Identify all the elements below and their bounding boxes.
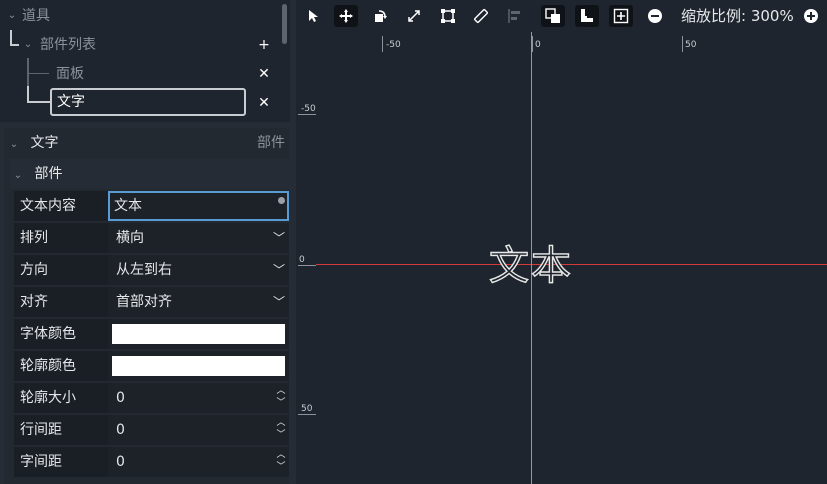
char-spacing-input[interactable]: 0 ︿ ﹀ (108, 447, 289, 477)
arrangement-select[interactable]: 横向 ﹀ (108, 223, 289, 253)
tree-item-label: 文字 (57, 94, 85, 110)
outline-color-swatch[interactable] (112, 356, 285, 376)
ruler-mark (532, 36, 533, 52)
prop-label: 文本内容 (20, 198, 76, 214)
resize-handle[interactable] (278, 197, 285, 204)
tree-item-text-selected[interactable]: 文字 (50, 88, 246, 116)
prop-label: 行间距 (20, 422, 62, 438)
prop-line-spacing: 行间距 0 ︿ ﹀ (14, 415, 289, 445)
zoom-out-icon[interactable] (643, 5, 667, 27)
tree-root[interactable]: ⌄ 道具 (6, 4, 50, 28)
direction-value: 从左到右 (116, 262, 172, 278)
ruler-label: 0 (535, 40, 541, 50)
ruler-label: -50 (386, 40, 401, 50)
ruler-mark (382, 36, 383, 52)
section-header[interactable]: ⌄ 部件 (10, 159, 289, 189)
tree-line (27, 73, 49, 74)
ruler-label: 50 (685, 40, 697, 50)
outline-size-value: 0 (116, 390, 125, 406)
chevron-down-icon[interactable]: ⌄ (22, 33, 34, 57)
line-spacing-value: 0 (116, 422, 125, 438)
stepper-icon[interactable]: ︿ ﹀ (275, 449, 287, 473)
tree-scrollbar[interactable] (282, 4, 287, 44)
arrangement-value: 横向 (116, 230, 144, 246)
move-icon[interactable] (334, 5, 358, 27)
tree-item-label: 面板 (56, 66, 84, 82)
zoom-in-icon[interactable] (799, 5, 823, 27)
text-content-input[interactable]: 文本 (108, 191, 289, 221)
section-title: 部件 (34, 166, 63, 182)
component-type: 部件 (257, 135, 285, 151)
chevron-down-icon: ﹀ (272, 263, 285, 277)
char-spacing-value: 0 (116, 454, 125, 470)
direction-select[interactable]: 从左到右 ﹀ (108, 255, 289, 285)
prop-char-spacing: 字间距 0 ︿ ﹀ (14, 447, 289, 477)
ruler-mark (298, 414, 316, 415)
fit-icon[interactable] (609, 5, 633, 27)
font-color-picker[interactable] (108, 319, 289, 349)
tree-parts-list[interactable]: ⌄ 部件列表 (22, 33, 96, 57)
prop-outline-size: 轮廓大小 0 ︿ ﹀ (14, 383, 289, 413)
add-part-button[interactable]: + (256, 37, 272, 53)
prop-label: 字间距 (20, 454, 62, 470)
left-panel: ⌄ 道具 ⌄ 部件列表 + 面板 ✕ 文字 ✕ ⌄ 文字 部件 ⌄ 部件 文本内… (0, 0, 296, 484)
parts-list-label: 部件列表 (40, 37, 96, 53)
tree-line (10, 44, 19, 46)
prop-label: 对齐 (20, 294, 48, 310)
outline-size-input[interactable]: 0 ︿ ﹀ (108, 383, 289, 413)
ruler-mark (298, 265, 316, 266)
ruler-label: -50 (301, 104, 316, 114)
component-header[interactable]: ⌄ 文字 部件 (4, 128, 289, 158)
component-tree: ⌄ 道具 ⌄ 部件列表 + 面板 ✕ 文字 ✕ (0, 0, 290, 122)
ruler-icon[interactable] (469, 5, 493, 27)
tree-line (10, 30, 12, 45)
align-icon[interactable] (503, 5, 527, 27)
prop-label: 方向 (20, 262, 48, 278)
prop-text-content: 文本内容 文本 (14, 191, 289, 221)
rotate-icon[interactable] (368, 5, 392, 27)
scale-icon[interactable] (402, 5, 426, 27)
anchor-icon[interactable] (575, 5, 599, 27)
prop-label: 轮廓颜色 (20, 358, 76, 374)
chevron-down-icon: ﹀ (272, 295, 285, 309)
line-spacing-input[interactable]: 0 ︿ ﹀ (108, 415, 289, 445)
outline-color-picker[interactable] (108, 351, 289, 381)
prop-label: 字体颜色 (20, 326, 76, 342)
ruler-mark (682, 36, 683, 52)
zoom-label: 缩放比例: 300% (681, 7, 794, 25)
ruler-label: 0 (299, 255, 305, 265)
prop-label: 排列 (20, 230, 48, 246)
canvas[interactable]: -50 0 50 -50 0 50 文本 (296, 32, 827, 484)
pointer-icon[interactable] (301, 5, 325, 27)
chevron-down-icon: ﹀ (272, 231, 285, 245)
chevron-down-icon[interactable]: ⌄ (6, 4, 18, 28)
stepper-icon[interactable]: ︿ ﹀ (275, 385, 287, 409)
properties-panel: ⌄ 文字 部件 ⌄ 部件 文本内容 文本 排列 横向 ﹀ 方向 从左到右 ﹀ 对… (4, 128, 289, 484)
tree-item-panel[interactable]: 面板 (56, 62, 84, 86)
alignment-value: 首部对齐 (116, 294, 172, 310)
canvas-text-object[interactable]: 文本 (488, 242, 573, 290)
delete-text-button[interactable]: ✕ (256, 95, 272, 111)
ruler-mark (298, 114, 316, 115)
prop-outline-color: 轮廓颜色 (14, 351, 289, 381)
prop-arrangement: 排列 横向 ﹀ (14, 223, 289, 253)
chevron-down-icon[interactable]: ⌄ (12, 161, 24, 191)
prop-label: 轮廓大小 (20, 390, 76, 406)
stepper-icon[interactable]: ︿ ﹀ (275, 417, 287, 441)
bounds-icon[interactable] (436, 5, 460, 27)
chevron-down-icon[interactable]: ⌄ (8, 130, 20, 160)
tree-root-label: 道具 (22, 8, 50, 24)
bring-front-icon[interactable] (541, 5, 565, 27)
ruler-label: 50 (301, 404, 313, 414)
toolbar: 缩放比例: 300% (296, 0, 827, 32)
delete-panel-button[interactable]: ✕ (256, 66, 272, 82)
prop-alignment: 对齐 首部对齐 ﹀ (14, 287, 289, 317)
tree-line (27, 101, 50, 103)
component-title: 文字 (30, 135, 59, 151)
text-content-value: 文本 (114, 198, 142, 214)
prop-font-color: 字体颜色 (14, 319, 289, 349)
prop-direction: 方向 从左到右 ﹀ (14, 255, 289, 285)
alignment-select[interactable]: 首部对齐 ﹀ (108, 287, 289, 317)
font-color-swatch[interactable] (112, 324, 285, 344)
